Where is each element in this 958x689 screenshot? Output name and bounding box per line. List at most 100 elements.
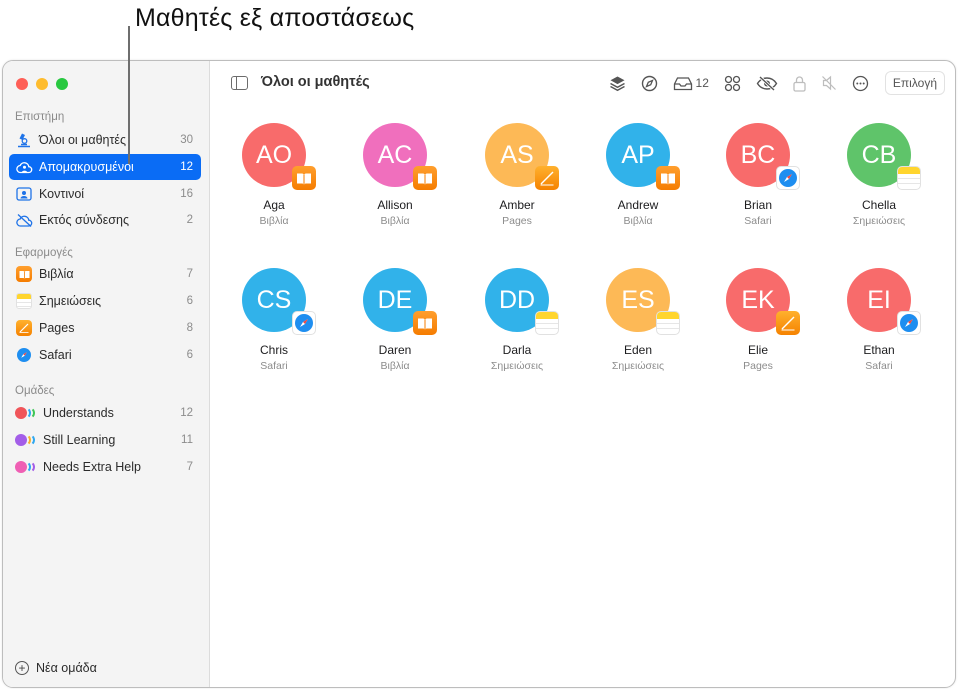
student-tile[interactable]: AP Andrew Βιβλία	[588, 123, 688, 227]
student-initials: CB	[861, 140, 897, 169]
student-tile[interactable]: ES Eden Σημειώσεις	[588, 268, 688, 372]
close-window-button[interactable]	[16, 78, 28, 90]
student-avatar: CS	[242, 268, 316, 335]
sidebar-item-safari[interactable]: Safari 6	[9, 342, 201, 368]
sidebar-item-remote[interactable]: Απομακρυσμένοι 12	[9, 154, 201, 180]
student-avatar: AO	[242, 123, 316, 190]
safari-app-icon	[897, 311, 921, 335]
student-app: Βιβλία	[380, 360, 410, 372]
student-app: Βιβλία	[259, 215, 289, 227]
callout-label: Μαθητές εξ αποστάσεως	[135, 4, 415, 32]
safari-app-icon-wrap	[15, 346, 33, 364]
student-initials: AC	[377, 140, 413, 169]
student-app: Σημειώσεις	[852, 215, 906, 227]
notes-app-icon	[897, 166, 921, 190]
sidebar-item-pages[interactable]: Pages 8	[9, 315, 201, 341]
sidebar-item-count: 8	[186, 322, 193, 334]
group-icon	[15, 406, 39, 420]
new-group-button[interactable]: + Νέα ομάδα	[15, 661, 97, 675]
sidebar-item-group-understands[interactable]: Understands 12	[9, 400, 201, 426]
books-app-icon-wrap	[15, 265, 33, 283]
student-name: Chella	[861, 198, 897, 212]
sidebar-item-nearby[interactable]: Κοντινοί 16	[9, 181, 201, 207]
inbox-count: 12	[695, 76, 709, 90]
student-app: Pages	[743, 360, 773, 372]
student-tile[interactable]: EK Elie Pages	[708, 268, 808, 372]
student-app: Safari	[744, 215, 772, 227]
group-avatar	[15, 434, 27, 446]
student-tile[interactable]: EI Ethan Safari	[829, 268, 929, 372]
student-app: Safari	[260, 360, 288, 372]
safari-app-icon	[17, 348, 31, 362]
pages-app-icon-wrap	[15, 319, 33, 337]
student-avatar: ES	[606, 268, 680, 335]
sidebar-item-count: 7	[186, 268, 193, 280]
student-tile[interactable]: BC Brian Safari	[708, 123, 808, 227]
sidebar-item-books[interactable]: Βιβλία 7	[9, 261, 201, 287]
lock-icon[interactable]	[793, 71, 806, 95]
sidebar-item-count: 6	[186, 349, 193, 361]
sidebar-item-count: 6	[186, 295, 193, 307]
student-tile[interactable]: AC Allison Βιβλία	[345, 123, 445, 227]
student-name: Eden	[623, 343, 653, 357]
student-name: Chris	[259, 343, 288, 357]
books-app-icon	[413, 166, 437, 190]
sidebar-item-notes[interactable]: Σημειώσεις 6	[9, 288, 201, 314]
group-icon-wrap	[15, 431, 39, 449]
student-app: Βιβλία	[380, 215, 410, 227]
student-tile[interactable]: DE Daren Βιβλία	[345, 268, 445, 372]
student-app: Βιβλία	[623, 215, 653, 227]
inbox-icon[interactable]: 12	[673, 71, 709, 95]
sidebar-toggle-icon[interactable]	[231, 76, 248, 90]
student-tile[interactable]: AS Amber Pages	[467, 123, 567, 227]
student-name: Andrew	[617, 198, 659, 212]
sidebar-item-label: Understands	[43, 406, 114, 420]
student-app: Σημειώσεις	[611, 360, 665, 372]
student-avatar: DE	[363, 268, 437, 335]
callout-line	[128, 26, 130, 164]
sidebar-item-count: 7	[186, 461, 193, 473]
sidebar-item-group-still-learning[interactable]: Still Learning 11	[9, 427, 201, 453]
sidebar-item-offline[interactable]: Εκτός σύνδεσης 2	[9, 207, 201, 233]
compass-icon[interactable]	[641, 71, 658, 95]
student-avatar: AC	[363, 123, 437, 190]
books-app-icon	[16, 266, 32, 282]
layers-icon[interactable]	[609, 71, 626, 95]
toolbar-actions: 12 Επιλογή	[594, 71, 945, 95]
group-icon-wrap	[15, 404, 39, 422]
student-initials: EK	[741, 285, 775, 314]
person-square-icon	[15, 185, 33, 203]
sidebar-item-all-students[interactable]: Όλοι οι μαθητές 30	[9, 127, 201, 153]
student-initials: AO	[255, 140, 293, 169]
student-avatar: DD	[485, 268, 559, 335]
eye-slash-icon[interactable]	[756, 71, 778, 95]
sidebar-item-group-needs-extra-help[interactable]: Needs Extra Help 7	[9, 454, 201, 480]
sidebar-item-label: Εκτός σύνδεσης	[39, 213, 129, 227]
student-tile[interactable]: DD Darla Σημειώσεις	[467, 268, 567, 372]
sidebar-item-label: Still Learning	[43, 433, 116, 447]
sidebar-item-count: 11	[181, 434, 193, 446]
sidebar-item-count: 16	[180, 188, 193, 200]
minimize-window-button[interactable]	[36, 78, 48, 90]
notes-app-icon	[535, 311, 559, 335]
student-tile[interactable]: CS Chris Safari	[224, 268, 324, 372]
more-options-icon[interactable]	[852, 71, 869, 95]
group-icon	[15, 460, 39, 474]
sidebar-item-label: Needs Extra Help	[43, 460, 141, 474]
notes-app-icon	[16, 293, 32, 309]
sidebar-item-count: 12	[180, 407, 193, 419]
student-tile[interactable]: CB Chella Σημειώσεις	[829, 123, 929, 227]
pages-app-icon	[535, 166, 559, 190]
student-name: Allison	[377, 198, 413, 212]
student-tile[interactable]: AO Aga Βιβλία	[224, 123, 324, 227]
books-app-icon	[292, 166, 316, 190]
select-button[interactable]: Επιλογή	[884, 71, 945, 95]
mute-icon[interactable]	[821, 71, 837, 95]
zoom-window-button[interactable]	[56, 78, 68, 90]
pages-app-icon	[776, 311, 800, 335]
sidebar-item-label: Safari	[39, 348, 72, 362]
student-name: Amber	[499, 198, 535, 212]
notes-app-icon-wrap	[15, 292, 33, 310]
sidebar-item-label: Βιβλία	[39, 267, 74, 281]
app-grid-icon[interactable]	[724, 71, 741, 95]
